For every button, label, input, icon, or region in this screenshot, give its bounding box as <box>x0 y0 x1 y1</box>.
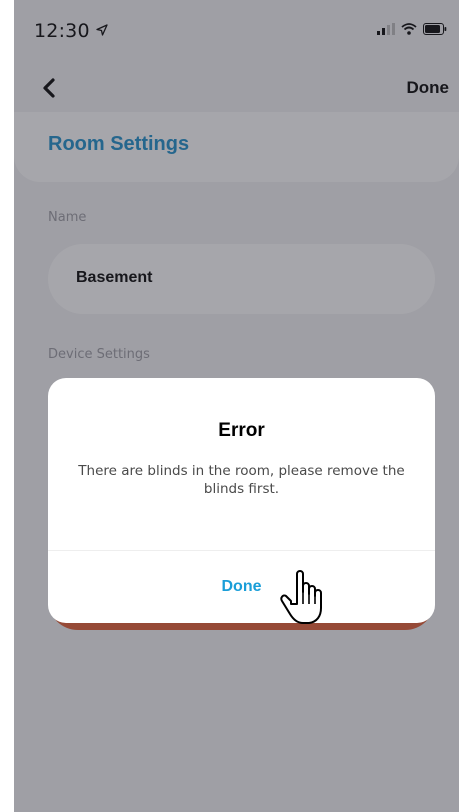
app-screen: 12:30 Done Room Settings Name Basement D… <box>14 0 459 812</box>
dialog-title: Error <box>218 420 265 441</box>
dialog-message: There are blinds in the room, please rem… <box>78 463 405 497</box>
dialog-done-button[interactable]: Done <box>48 551 435 623</box>
hand-pointer-icon <box>280 570 322 624</box>
error-dialog: Error There are blinds in the room, plea… <box>48 378 435 623</box>
